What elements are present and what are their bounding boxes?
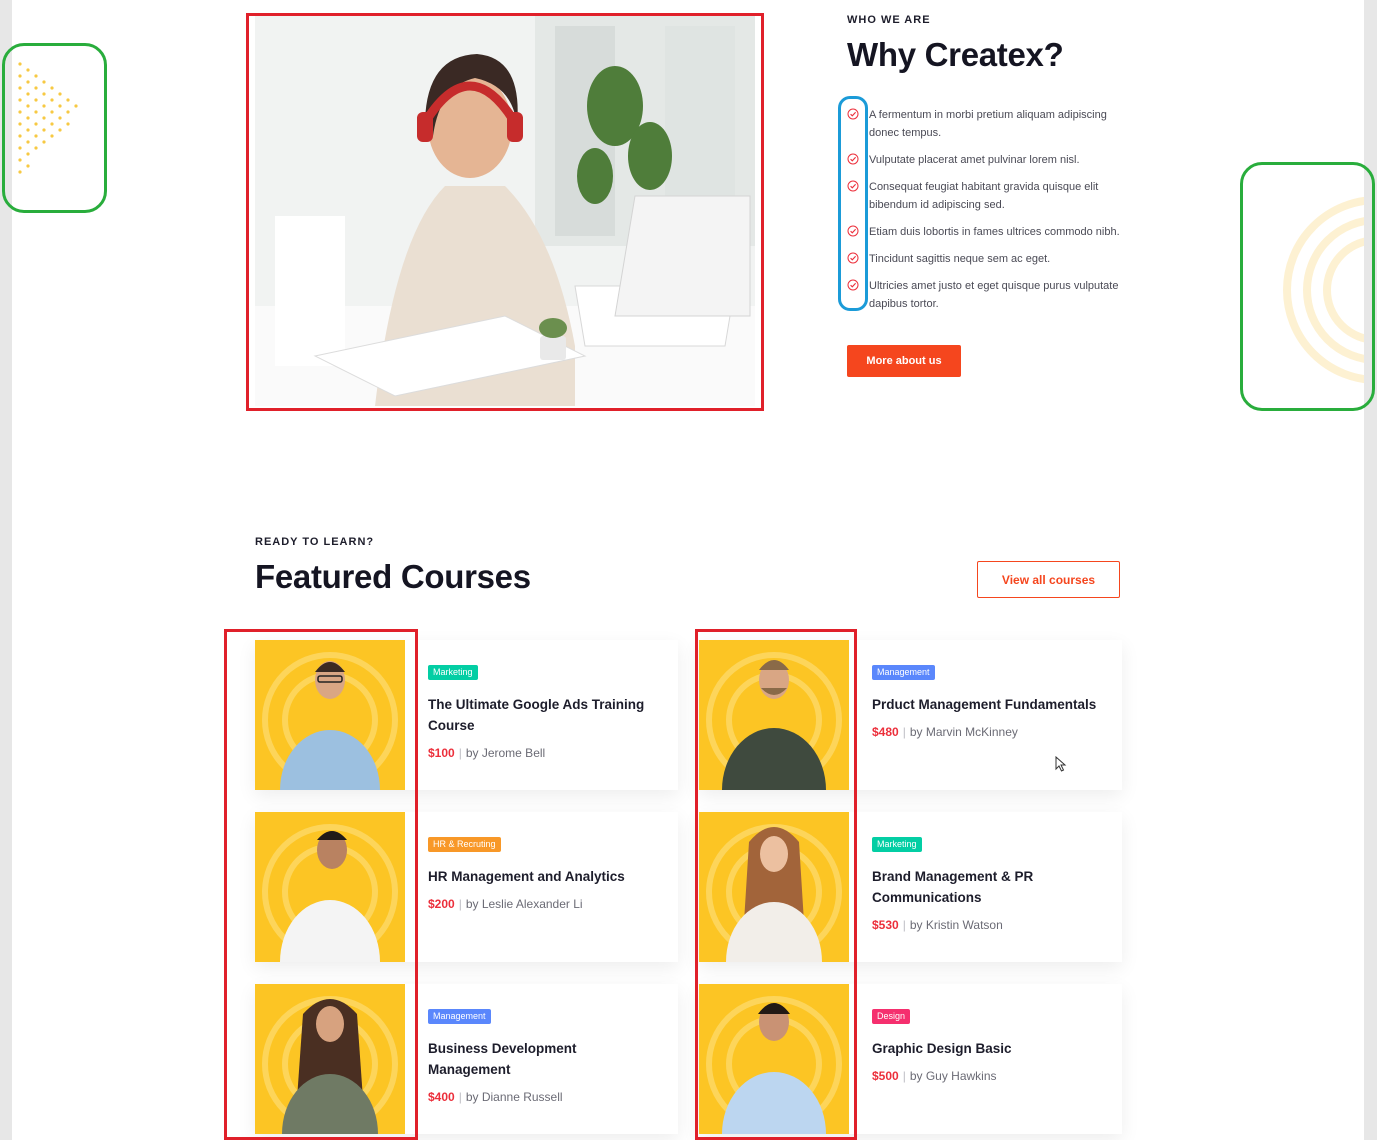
course-card[interactable]: HR & Recruting HR Management and Analyti… bbox=[255, 812, 678, 962]
page: WHO WE ARE Why Createx? A fermentum in m… bbox=[12, 0, 1364, 1140]
meta-separator: | bbox=[902, 1069, 906, 1083]
course-meta: $100 | by Jerome Bell bbox=[428, 746, 653, 760]
course-category-tag: Marketing bbox=[872, 837, 922, 852]
courses-title: Featured Courses bbox=[255, 558, 531, 595]
course-meta: $500 | by Guy Hawkins bbox=[872, 1069, 1097, 1083]
features-list: A fermentum in morbi pretium aliquam adi… bbox=[847, 106, 1137, 322]
feature-text: Tincidunt sagittis neque sem ac eget. bbox=[869, 253, 1051, 265]
course-meta: $530 | by Kristin Watson bbox=[872, 918, 1097, 932]
course-meta: $480 | by Marvin McKinney bbox=[872, 725, 1097, 739]
course-card[interactable]: Design Graphic Design Basic $500 | by Guy … bbox=[699, 984, 1122, 1134]
course-category-tag: Management bbox=[872, 665, 935, 680]
check-circle-icon bbox=[847, 279, 859, 291]
course-price: $530 bbox=[872, 918, 899, 932]
meta-separator: | bbox=[902, 918, 906, 932]
course-info: Marketing Brand Management & PR Communic… bbox=[872, 834, 1097, 932]
course-price: $400 bbox=[428, 1090, 455, 1104]
course-author: by Marvin McKinney bbox=[909, 725, 1018, 739]
more-about-us-button[interactable]: More about us bbox=[847, 345, 961, 377]
course-card[interactable]: Management Business Development Manageme… bbox=[255, 984, 678, 1134]
mouse-cursor-icon bbox=[1055, 756, 1067, 772]
meta-separator: | bbox=[458, 1090, 462, 1104]
feature-item: Etiam duis lobortis in fames ultrices co… bbox=[847, 223, 1137, 241]
meta-separator: | bbox=[458, 746, 462, 760]
view-all-courses-button[interactable]: View all courses bbox=[977, 561, 1120, 598]
feature-text: Etiam duis lobortis in fames ultrices co… bbox=[869, 226, 1120, 238]
course-author: by Kristin Watson bbox=[909, 918, 1003, 932]
course-category-tag: Marketing bbox=[428, 665, 478, 680]
course-info: Marketing The Ultimate Google Ads Traini… bbox=[428, 662, 653, 760]
feature-text: Ultricies amet justo et eget quisque pur… bbox=[869, 280, 1119, 310]
course-price: $480 bbox=[872, 725, 899, 739]
course-meta: $400 | by Dianne Russell bbox=[428, 1090, 653, 1104]
course-title[interactable]: Brand Management & PR Communications bbox=[872, 866, 1097, 908]
course-instructor-photo bbox=[699, 984, 849, 1134]
course-title[interactable]: The Ultimate Google Ads Training Course bbox=[428, 694, 653, 736]
course-author: by Dianne Russell bbox=[465, 1090, 563, 1104]
course-title[interactable]: Graphic Design Basic bbox=[872, 1038, 1097, 1059]
course-instructor-photo bbox=[699, 812, 849, 962]
check-circle-icon bbox=[847, 180, 859, 192]
feature-text: Consequat feugiat habitant gravida quisq… bbox=[869, 181, 1099, 211]
why-eyebrow: WHO WE ARE bbox=[847, 14, 931, 26]
course-instructor-photo bbox=[255, 640, 405, 790]
meta-separator: | bbox=[458, 897, 462, 911]
dots-pattern-decoration bbox=[18, 62, 78, 174]
course-info: Design Graphic Design Basic $500 | by Guy … bbox=[872, 1006, 1097, 1083]
check-circle-icon bbox=[847, 153, 859, 165]
course-author: by Guy Hawkins bbox=[909, 1069, 997, 1083]
check-circle-icon bbox=[847, 225, 859, 237]
check-circle-icon bbox=[847, 108, 859, 120]
feature-item: A fermentum in morbi pretium aliquam adi… bbox=[847, 106, 1137, 142]
meta-separator: | bbox=[902, 725, 906, 739]
concentric-circles-decoration bbox=[1283, 196, 1364, 384]
course-instructor-photo bbox=[255, 812, 405, 962]
course-price: $200 bbox=[428, 897, 455, 911]
course-title[interactable]: Business Development Management bbox=[428, 1038, 653, 1080]
course-info: Management Prduct Management Fundamental… bbox=[872, 662, 1097, 739]
course-meta: $200 | by Leslie Alexander Li bbox=[428, 897, 653, 911]
course-card[interactable]: Marketing The Ultimate Google Ads Traini… bbox=[255, 640, 678, 790]
feature-item: Vulputate placerat amet pulvinar lorem n… bbox=[847, 151, 1137, 169]
course-price: $100 bbox=[428, 746, 455, 760]
courses-eyebrow: READY TO LEARN? bbox=[255, 536, 375, 548]
feature-item: Ultricies amet justo et eget quisque pur… bbox=[847, 277, 1137, 313]
course-info: Management Business Development Manageme… bbox=[428, 1006, 653, 1104]
course-category-tag: HR & Recruting bbox=[428, 837, 501, 852]
course-category-tag: Management bbox=[428, 1009, 491, 1024]
course-instructor-photo bbox=[699, 640, 849, 790]
check-circle-icon bbox=[847, 252, 859, 264]
feature-item: Tincidunt sagittis neque sem ac eget. bbox=[847, 250, 1137, 268]
course-price: $500 bbox=[872, 1069, 899, 1083]
course-title[interactable]: Prduct Management Fundamentals bbox=[872, 694, 1097, 715]
feature-text: Vulputate placerat amet pulvinar lorem n… bbox=[869, 154, 1080, 166]
course-instructor-photo bbox=[255, 984, 405, 1134]
why-title: Why Createx? bbox=[847, 36, 1064, 73]
hero-photo bbox=[255, 16, 755, 406]
course-category-tag: Design bbox=[872, 1009, 911, 1024]
course-title[interactable]: HR Management and Analytics bbox=[428, 866, 653, 887]
course-info: HR & Recruting HR Management and Analyti… bbox=[428, 834, 653, 911]
course-author: by Leslie Alexander Li bbox=[465, 897, 583, 911]
feature-text: A fermentum in morbi pretium aliquam adi… bbox=[869, 109, 1107, 139]
course-card[interactable]: Marketing Brand Management & PR Communic… bbox=[699, 812, 1122, 962]
feature-item: Consequat feugiat habitant gravida quisq… bbox=[847, 178, 1137, 214]
course-author: by Jerome Bell bbox=[465, 746, 546, 760]
